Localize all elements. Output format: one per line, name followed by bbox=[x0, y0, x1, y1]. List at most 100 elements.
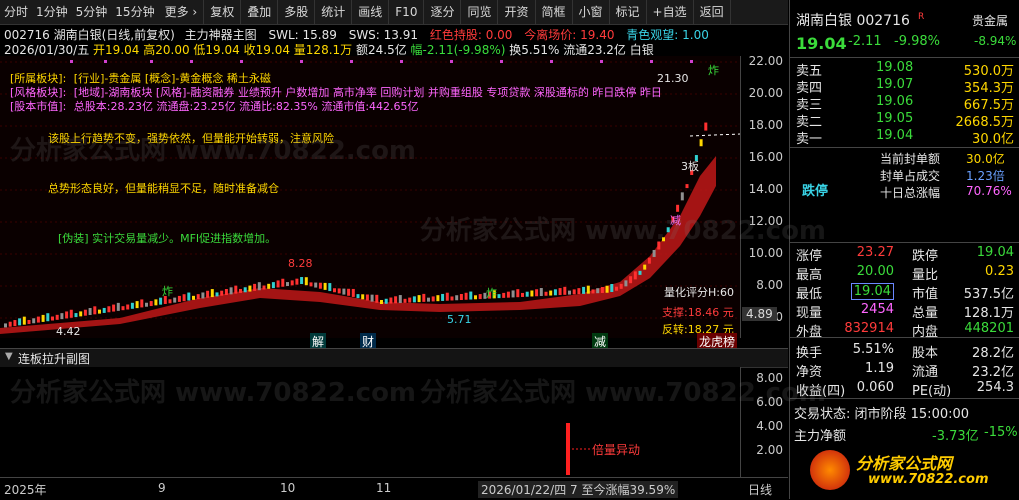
seal-value: 70.76% bbox=[966, 184, 1012, 198]
toolbar-button-stats[interactable]: 统计 bbox=[315, 0, 353, 24]
stat-label: 收益(四) bbox=[796, 384, 846, 399]
candle bbox=[605, 285, 609, 293]
candle bbox=[436, 295, 440, 302]
candle bbox=[88, 308, 92, 316]
quote-amount: 额24.5亿 bbox=[355, 43, 407, 57]
trade-state: 交易状态: 闭市阶段 15:00:00 bbox=[794, 407, 970, 422]
candle bbox=[300, 277, 304, 285]
toolbar-button-mark[interactable]: 标记 bbox=[610, 0, 647, 24]
candle bbox=[525, 291, 529, 297]
board-row3-value: 总股本:28.23亿 流通盘:23.25亿 流通比:82.35% 流通市值:44… bbox=[73, 100, 419, 113]
candle bbox=[206, 290, 210, 298]
stat-value: 0.23 bbox=[985, 264, 1014, 279]
stat-value: 2454 bbox=[860, 302, 894, 317]
collapse-icon[interactable]: ▼ bbox=[5, 351, 13, 362]
candle bbox=[539, 288, 543, 297]
stat-value: 1.19 bbox=[865, 361, 894, 376]
ask-row[interactable]: 卖三 19.06 667.5万 bbox=[790, 94, 1019, 113]
ask-row[interactable]: 卖二 19.05 2668.5万 bbox=[790, 111, 1019, 130]
toolbar: 分时 1分钟 5分钟 15分钟 更多 › 复权 叠加 多股 统计 画线 F10 … bbox=[0, 0, 788, 25]
toolbar-button-back[interactable]: 返回 bbox=[694, 0, 731, 24]
candle bbox=[497, 294, 501, 299]
candle bbox=[351, 288, 355, 297]
candle bbox=[577, 288, 581, 295]
candle bbox=[521, 292, 524, 297]
ask-row[interactable]: 卖五 19.08 530.0万 bbox=[790, 60, 1019, 79]
toolbar-button-multi[interactable]: 多股 bbox=[278, 0, 316, 24]
sector-name[interactable]: 贵金属 bbox=[972, 12, 1008, 29]
candle bbox=[290, 280, 294, 286]
red-hold-value: 红色持股: 0.00 bbox=[429, 28, 513, 42]
period-tab-1min[interactable]: 1分钟 bbox=[32, 0, 72, 24]
toolbar-button-draw[interactable]: 画线 bbox=[352, 0, 390, 24]
blast-tag-2: 炸 bbox=[486, 287, 497, 300]
candle bbox=[586, 285, 590, 294]
cyan-watch-value: 青色观望: 1.00 bbox=[626, 28, 709, 42]
price-pct: -9.98% bbox=[894, 34, 940, 49]
brand-logo: 分析家公式网 www.70822.com bbox=[810, 448, 1010, 496]
candle bbox=[624, 280, 628, 287]
brand-url: www.70822.com bbox=[868, 472, 989, 487]
candle bbox=[18, 318, 22, 326]
toolbar-button-fuquan[interactable]: 复权 bbox=[204, 0, 242, 24]
toolbar-button-capital[interactable]: 开资 bbox=[498, 0, 536, 24]
toolbar-button-overlay[interactable]: 叠加 bbox=[241, 0, 279, 24]
period-tab-5min[interactable]: 5分钟 bbox=[72, 0, 112, 24]
candle bbox=[121, 306, 125, 311]
low-price-mark: 4.42 bbox=[56, 325, 81, 338]
toolbar-button-bymin[interactable]: 逐分 bbox=[424, 0, 462, 24]
candle bbox=[506, 291, 510, 298]
candle bbox=[135, 301, 139, 309]
toolbar-button-sync[interactable]: 同览 bbox=[461, 0, 499, 24]
swl-value: SWL: 15.89 bbox=[268, 28, 337, 42]
quote-close: 收19.04 bbox=[243, 43, 290, 57]
candle bbox=[257, 282, 261, 291]
candle bbox=[248, 285, 252, 292]
candle bbox=[450, 296, 454, 301]
candle bbox=[168, 299, 172, 304]
divider bbox=[790, 242, 1019, 243]
main-flow-pct: -15% bbox=[984, 425, 1018, 440]
indicator-name[interactable]: 主力神器主图 bbox=[185, 28, 257, 42]
candle bbox=[662, 237, 665, 242]
sub-chart[interactable] bbox=[0, 367, 740, 477]
candle bbox=[253, 283, 257, 291]
candle bbox=[680, 192, 684, 201]
toolbar-button-add-watch[interactable]: +自选 bbox=[647, 0, 694, 24]
ask-row[interactable]: 卖四 19.07 354.3万 bbox=[790, 77, 1019, 96]
ask-row[interactable]: 卖一 19.04 30.0亿 bbox=[790, 128, 1019, 147]
candle bbox=[615, 286, 618, 291]
trough-price-mark: 5.71 bbox=[447, 313, 472, 326]
toolbar-button-smallwin[interactable]: 小窗 bbox=[573, 0, 610, 24]
candle bbox=[314, 282, 318, 288]
stat-label: 最低 bbox=[796, 287, 823, 302]
toolbar-button-f10[interactable]: F10 bbox=[389, 0, 425, 24]
candle bbox=[375, 294, 379, 303]
period-tab-15min[interactable]: 15分钟 bbox=[111, 0, 158, 24]
ask-price: 19.04 bbox=[876, 128, 914, 143]
quote-date: 2026/01/30/五 bbox=[4, 43, 90, 57]
stat-value: 23.2亿 bbox=[972, 365, 1014, 380]
candle bbox=[22, 316, 26, 325]
period-tab-fenshi[interactable]: 分时 bbox=[0, 0, 32, 24]
candle bbox=[384, 298, 388, 304]
candle bbox=[596, 288, 600, 294]
y-tick-3: 16.00 bbox=[748, 150, 783, 164]
candle bbox=[98, 309, 101, 314]
support-price: 支撑:18.46 元 bbox=[662, 306, 734, 319]
quote-open: 开19.04 bbox=[93, 43, 140, 57]
toolbar-button-simple[interactable]: 简框 bbox=[536, 0, 573, 24]
candle bbox=[276, 280, 280, 288]
ask-price: 19.05 bbox=[876, 111, 914, 126]
blast-tag-3: 炸 bbox=[708, 64, 719, 77]
stat-value: 19.04 bbox=[976, 245, 1014, 260]
period-more-menu[interactable]: 更多 › bbox=[159, 0, 205, 24]
sub-chart-canvas bbox=[566, 423, 590, 475]
candle bbox=[102, 307, 106, 313]
candle bbox=[422, 293, 426, 302]
candle bbox=[234, 285, 238, 294]
candle bbox=[365, 294, 369, 301]
quote-title-row: 湖南白银 002716 R 贵金属 bbox=[790, 10, 1019, 30]
candle bbox=[46, 313, 50, 322]
sub-y-tick-1: 6.00 bbox=[756, 395, 783, 409]
